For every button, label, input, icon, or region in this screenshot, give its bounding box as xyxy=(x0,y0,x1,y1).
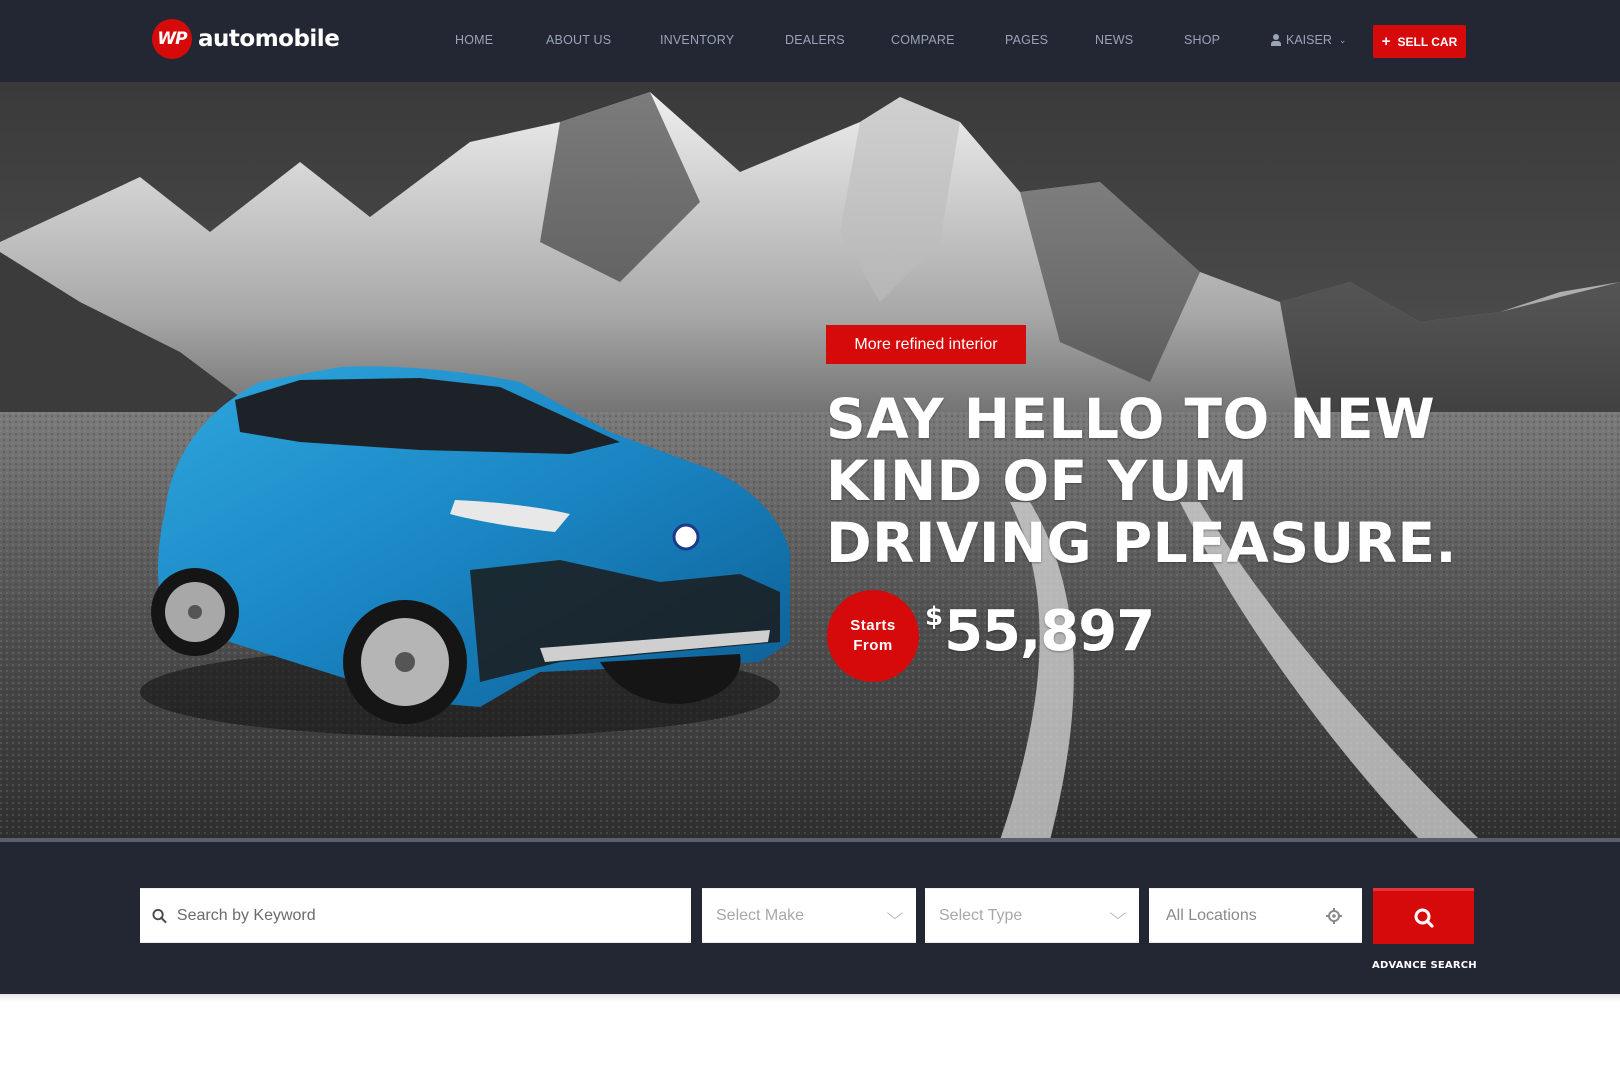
nav-item-home[interactable]: HOME xyxy=(455,33,493,47)
headline-line-1: SAY HELLO TO NEW xyxy=(826,387,1436,451)
select-make-label: Select Make xyxy=(716,906,805,924)
headline-line-2: KIND OF YUM xyxy=(826,449,1249,513)
nav-item-inventory[interactable]: INVENTORY xyxy=(660,33,734,47)
main-nav: HOME ABOUT US INVENTORY DEALERS COMPARE … xyxy=(0,0,1620,82)
nav-item-news[interactable]: NEWS xyxy=(1095,33,1133,47)
nav-item-about-us[interactable]: ABOUT US xyxy=(546,33,611,47)
advance-search-link[interactable]: ADVANCE SEARCH xyxy=(1372,960,1477,971)
starts-from-badge: Starts From xyxy=(827,590,919,682)
search-icon xyxy=(152,908,167,923)
section-shadow xyxy=(0,994,1620,1002)
user-menu[interactable]: KAISER ⌄ xyxy=(1270,33,1346,47)
user-icon xyxy=(1270,34,1282,46)
crosshair-icon[interactable] xyxy=(1326,907,1342,924)
nav-item-pages[interactable]: PAGES xyxy=(1005,33,1048,47)
select-type-dropdown[interactable]: Select Type xyxy=(925,888,1139,943)
badge-line-1: Starts xyxy=(850,617,896,634)
chevron-down-icon: ⌄ xyxy=(1338,34,1347,45)
select-make-dropdown[interactable]: Select Make xyxy=(702,888,916,943)
location-label: All Locations xyxy=(1166,906,1257,924)
price-value: 55,897 xyxy=(944,599,1155,664)
keyword-input[interactable] xyxy=(176,889,691,942)
hero-headline: SAY HELLO TO NEW KIND OF YUM DRIVING PLE… xyxy=(826,388,1457,574)
badge-line-2: From xyxy=(853,637,893,654)
hero-banner: More refined interior SAY HELLO TO NEW K… xyxy=(0,82,1620,840)
search-icon xyxy=(1414,908,1434,928)
price: $ 55,897 xyxy=(925,599,1155,664)
plus-icon: + xyxy=(1381,33,1391,50)
keyword-search-field[interactable] xyxy=(140,888,691,943)
select-type-label: Select Type xyxy=(939,906,1023,924)
nav-item-shop[interactable]: SHOP xyxy=(1184,33,1220,47)
site-header: WP automobile HOME ABOUT US INVENTORY DE… xyxy=(0,0,1620,82)
price-currency: $ xyxy=(925,602,943,632)
headline-line-3: DRIVING PLEASURE. xyxy=(826,511,1457,575)
user-name: KAISER xyxy=(1286,33,1332,47)
nav-item-compare[interactable]: COMPARE xyxy=(891,33,955,47)
location-field[interactable]: All Locations xyxy=(1149,888,1362,943)
sell-car-label: SELL CAR xyxy=(1397,34,1458,49)
nav-item-dealers[interactable]: DEALERS xyxy=(785,33,845,47)
sell-car-button[interactable]: + SELL CAR xyxy=(1373,25,1466,58)
search-button[interactable] xyxy=(1373,888,1474,944)
feature-tag: More refined interior xyxy=(826,325,1026,364)
